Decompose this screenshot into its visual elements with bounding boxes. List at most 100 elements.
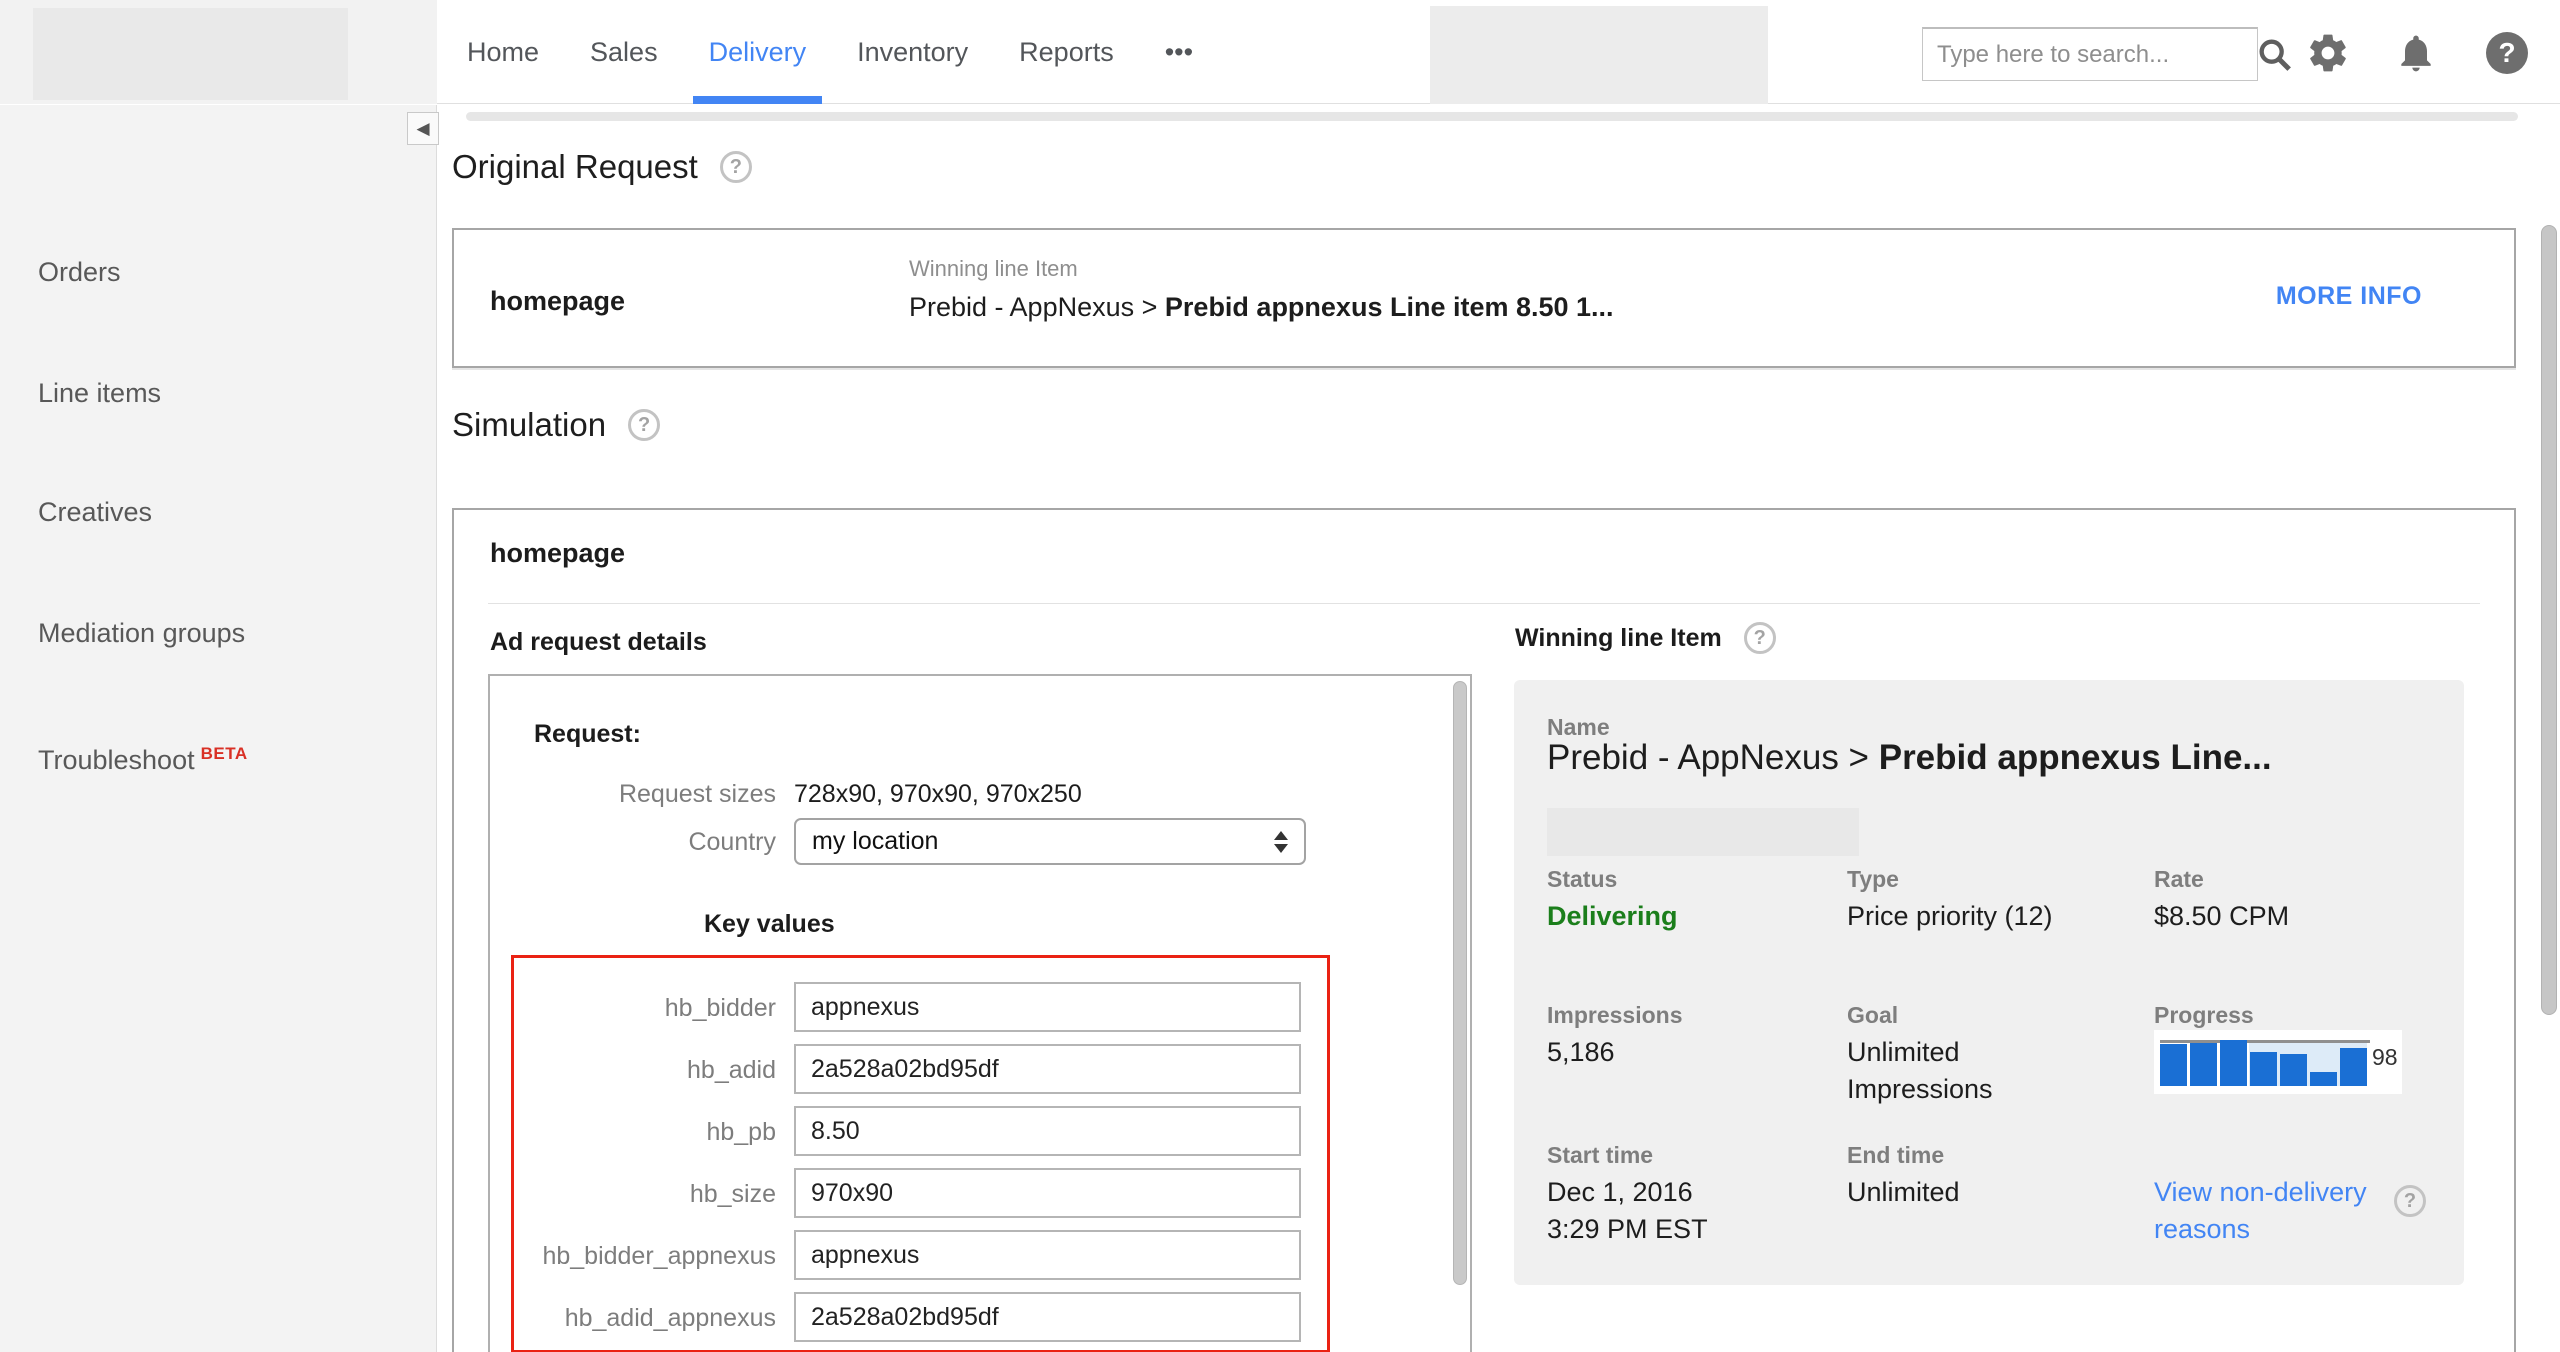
beta-badge: BETA — [201, 744, 248, 763]
tab-sales[interactable]: Sales — [588, 0, 660, 104]
select-arrows-icon — [1266, 831, 1296, 853]
kv-input-hb_bidder_appnexus[interactable] — [794, 1230, 1301, 1280]
request-heading: Request: — [534, 720, 641, 749]
progress-bar — [2220, 1040, 2247, 1086]
vertical-scrollbar-thumb[interactable] — [2541, 225, 2557, 1015]
progress-chart: 98 — [2154, 1030, 2402, 1094]
progress-value: 98 — [2372, 1044, 2398, 1071]
country-label: Country — [506, 828, 776, 857]
kv-key-hb_size: hb_size — [508, 1180, 776, 1209]
rate-value: $8.50 CPM — [2154, 898, 2289, 935]
key-values-heading: Key values — [704, 910, 835, 939]
panel-scrollbar-thumb[interactable] — [1453, 681, 1467, 1285]
horizontal-scrollbar[interactable] — [466, 112, 2518, 121]
simulation-header: Simulation ? — [452, 406, 660, 444]
search-input[interactable] — [1923, 29, 2255, 80]
sidebar-item-creatives[interactable]: Creatives — [38, 497, 152, 528]
view-non-delivery-reasons-link[interactable]: View non-delivery reasons — [2154, 1174, 2384, 1248]
status-label: Status — [1547, 866, 1617, 893]
request-sizes-value: 728x90, 970x90, 970x250 — [794, 780, 1082, 809]
winning-line-item-help-icon[interactable]: ? — [1744, 622, 1776, 654]
line-item-name: Prebid appnexus Line item 8.50 1... — [1165, 292, 1614, 322]
logo-placeholder — [33, 8, 348, 100]
sidebar-item-mediation-groups[interactable]: Mediation groups — [38, 618, 245, 649]
bell-icon[interactable] — [2394, 31, 2438, 75]
account-info-placeholder — [1430, 6, 1768, 104]
progress-bar — [2190, 1043, 2217, 1086]
original-request-title: Original Request — [452, 148, 698, 186]
country-select[interactable]: my location — [794, 818, 1306, 865]
winning-line-item-header: Winning line Item ? — [1515, 622, 1776, 654]
kv-key-hb_pb: hb_pb — [508, 1118, 776, 1147]
kv-input-hb_bidder[interactable] — [794, 982, 1301, 1032]
original-request-help-icon[interactable]: ? — [720, 151, 752, 183]
status-badge: Delivering — [1547, 898, 1678, 935]
kv-key-hb_bidder: hb_bidder — [508, 994, 776, 1023]
non-delivery-help-icon[interactable]: ? — [2394, 1185, 2426, 1217]
end-time-value: Unlimited — [1847, 1174, 1960, 1211]
sidebar-item-troubleshoot[interactable]: TroubleshootBETA — [38, 744, 248, 776]
winning-line-item-label: Winning line Item — [909, 256, 1078, 282]
progress-bar — [2160, 1044, 2187, 1086]
impressions-label: Impressions — [1547, 1002, 1683, 1029]
ad-manager-screen: Home Sales Delivery Inventory Reports ••… — [0, 0, 2560, 1352]
original-request-header: Original Request ? — [452, 148, 752, 186]
progress-bar — [2280, 1054, 2307, 1086]
sidebar-collapse-button[interactable]: ◀ — [407, 112, 439, 145]
type-value: Price priority (12) — [1847, 898, 2053, 935]
kv-input-hb_adid[interactable] — [794, 1044, 1301, 1094]
start-time-value: Dec 1, 2016 3:29 PM EST — [1547, 1174, 1727, 1248]
kv-input-hb_size[interactable] — [794, 1168, 1301, 1218]
kv-input-hb_pb[interactable] — [794, 1106, 1301, 1156]
winning-line-item-title: Winning line Item — [1515, 624, 1722, 653]
rate-label: Rate — [2154, 866, 2204, 893]
country-selected-value: my location — [796, 827, 1266, 856]
progress-bar — [2250, 1052, 2277, 1086]
search-icon[interactable] — [2255, 35, 2295, 75]
ad-unit-name: homepage — [490, 538, 625, 569]
end-time-label: End time — [1847, 1142, 1944, 1169]
progress-bar — [2310, 1072, 2337, 1086]
tab-home[interactable]: Home — [465, 0, 541, 104]
primary-nav: Home Sales Delivery Inventory Reports ••… — [465, 0, 1195, 104]
line-item-full-name: Prebid - AppNexus > Prebid appnexus Line… — [1547, 738, 2272, 778]
more-info-link[interactable]: MORE INFO — [2276, 282, 2422, 311]
order-name: Prebid - AppNexus — [1547, 738, 1839, 777]
kv-input-hb_adid_appnexus[interactable] — [794, 1292, 1301, 1342]
start-time-label: Start time — [1547, 1142, 1653, 1169]
winning-line-item-panel: Name Prebid - AppNexus > Prebid appnexus… — [1514, 680, 2464, 1285]
progress-label: Progress — [2154, 1002, 2254, 1029]
tab-delivery[interactable]: Delivery — [707, 0, 809, 104]
line-item-name: Prebid appnexus Line... — [1879, 738, 2272, 777]
tab-reports[interactable]: Reports — [1017, 0, 1116, 104]
kv-key-hb_adid: hb_adid — [508, 1056, 776, 1085]
name-separator: > — [1839, 738, 1879, 777]
gear-icon[interactable] — [2306, 31, 2350, 75]
impressions-value: 5,186 — [1547, 1034, 1615, 1071]
ad-request-details-panel: Request: Request sizes 728x90, 970x90, 9… — [488, 674, 1472, 1352]
collapse-left-icon: ◀ — [416, 119, 429, 139]
simulation-card: homepage Ad request details Request: Req… — [452, 508, 2516, 1352]
ad-unit-name: homepage — [490, 286, 625, 317]
progress-bar — [2340, 1048, 2367, 1086]
simulation-help-icon[interactable]: ? — [628, 409, 660, 441]
name-separator: > — [1134, 292, 1165, 322]
tab-inventory[interactable]: Inventory — [855, 0, 970, 104]
kv-key-hb_adid_appnexus: hb_adid_appnexus — [508, 1304, 776, 1333]
simulation-title: Simulation — [452, 406, 606, 444]
help-icon[interactable]: ? — [2486, 32, 2528, 74]
type-label: Type — [1847, 866, 1899, 893]
kv-key-hb_bidder_appnexus: hb_bidder_appnexus — [508, 1242, 776, 1271]
name-label: Name — [1547, 714, 1610, 741]
goal-value: Unlimited Impressions — [1847, 1034, 2072, 1108]
request-sizes-label: Request sizes — [506, 780, 776, 809]
tab-more-ellipsis[interactable]: ••• — [1163, 0, 1195, 104]
sidebar: ◀ Orders Line items Creatives Mediation … — [0, 105, 437, 1352]
original-request-card: homepage Winning line Item Prebid - AppN… — [452, 228, 2516, 368]
top-bar: Home Sales Delivery Inventory Reports ••… — [0, 0, 2560, 104]
global-search — [1922, 27, 2258, 81]
divider — [488, 603, 2480, 604]
winning-line-item-value: Prebid - AppNexus > Prebid appnexus Line… — [909, 292, 1614, 323]
sidebar-item-orders[interactable]: Orders — [38, 257, 121, 288]
sidebar-item-line-items[interactable]: Line items — [38, 378, 161, 409]
